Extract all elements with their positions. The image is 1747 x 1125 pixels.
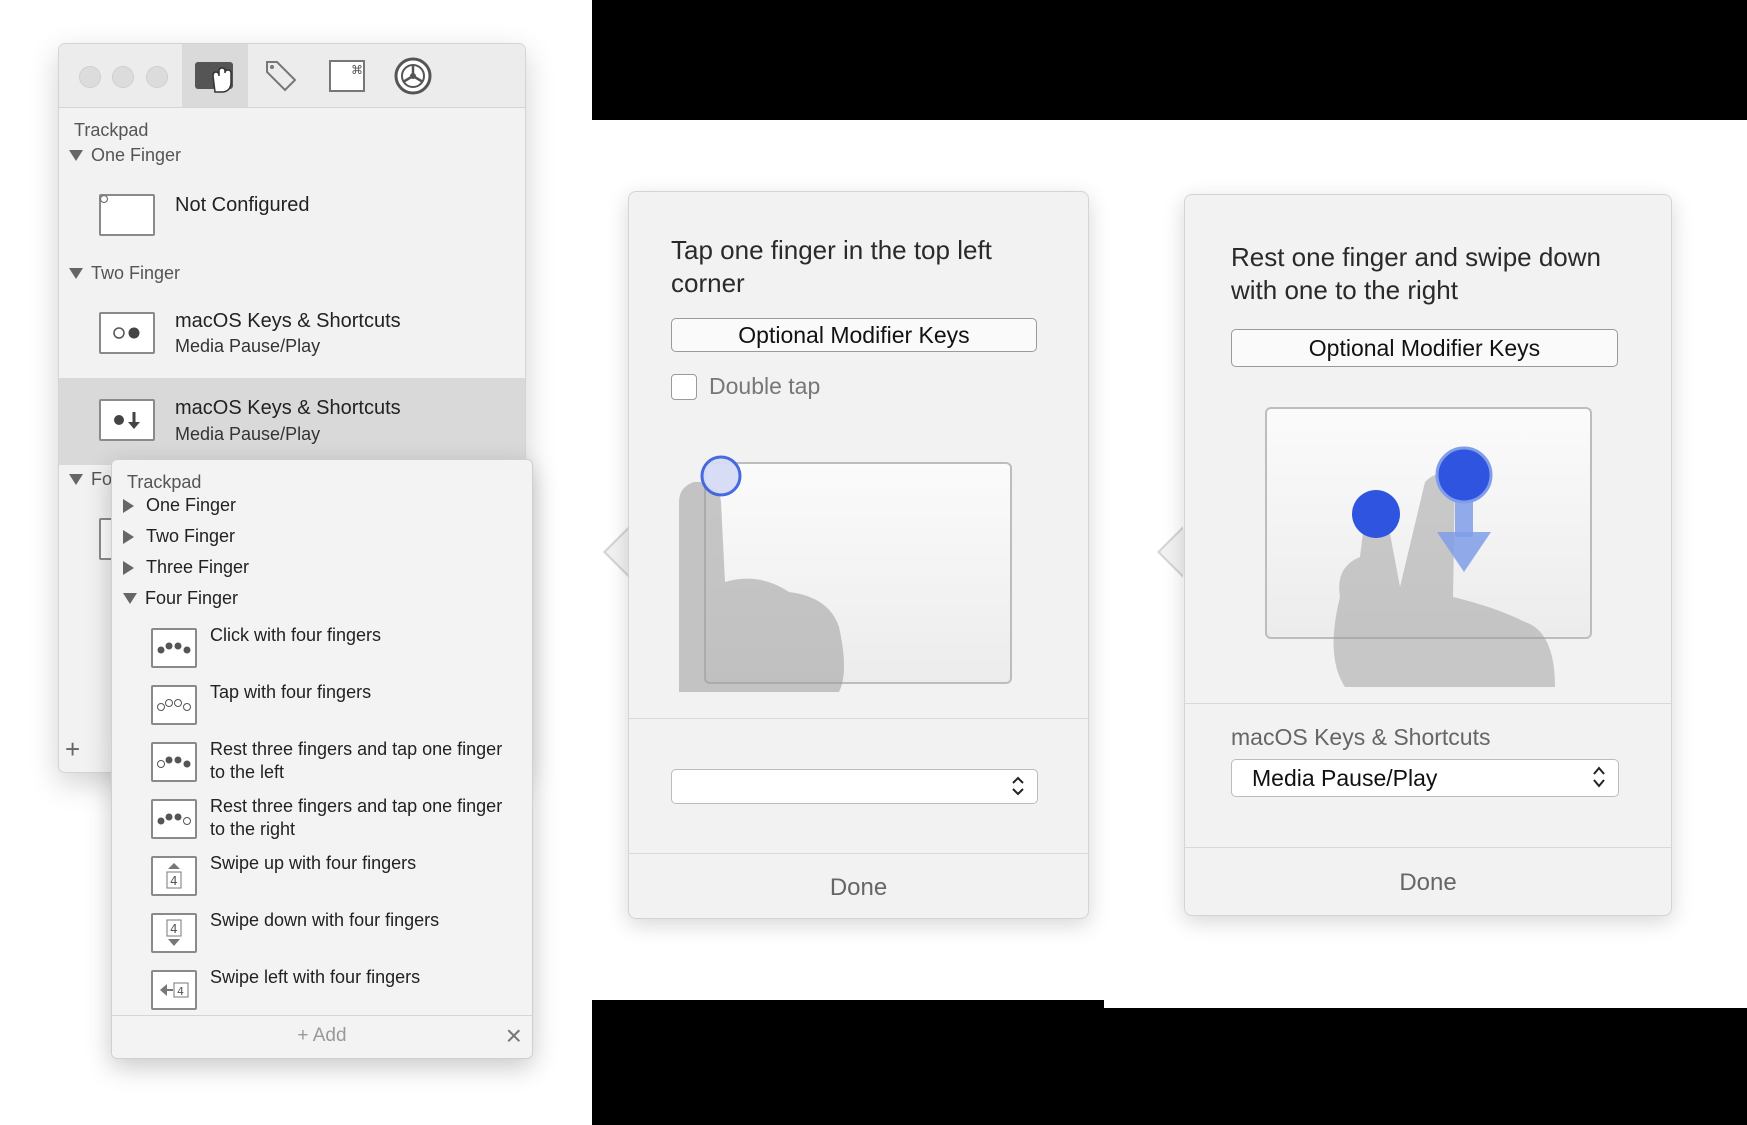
rest-three-tap-right-icon bbox=[151, 799, 197, 839]
group-label: Fo bbox=[91, 469, 113, 489]
tag-icon bbox=[266, 60, 297, 91]
black-block-top bbox=[592, 0, 1747, 120]
optional-modifier-keys-button[interactable]: Optional Modifier Keys bbox=[671, 318, 1037, 352]
trackpad-section-label: Trackpad bbox=[74, 120, 149, 140]
optional-modifier-keys-button[interactable]: Optional Modifier Keys bbox=[1231, 329, 1618, 367]
rest-three-tap-left-icon bbox=[151, 742, 197, 782]
item-subtitle: Media Pause/Play bbox=[175, 336, 321, 356]
tab-tags[interactable] bbox=[248, 44, 314, 107]
two-finger-tap-icon bbox=[99, 312, 155, 354]
plus-icon: + bbox=[65, 734, 81, 764]
black-block-bottom-left bbox=[592, 1000, 1104, 1125]
double-tap-checkbox[interactable] bbox=[671, 374, 697, 400]
tab-settings[interactable] bbox=[380, 44, 446, 107]
action-select[interactable]: Media Pause/Play bbox=[1231, 759, 1619, 797]
chevron-up-down-icon bbox=[1012, 776, 1024, 796]
add-button[interactable]: + Add bbox=[272, 1025, 372, 1047]
tab-trackpad[interactable] bbox=[182, 44, 248, 107]
group-label: Three Finger bbox=[146, 557, 250, 577]
group-label: One Finger bbox=[146, 495, 237, 515]
item-label: Rest three fingers and tap one finger to… bbox=[210, 796, 503, 839]
close-window-button[interactable] bbox=[79, 66, 101, 88]
done-button[interactable]: Done bbox=[629, 874, 1088, 902]
panel-title: Tap one finger in the top left corner bbox=[671, 235, 992, 298]
panel-tap-gesture: Tap one finger in the top left corner Op… bbox=[628, 191, 1089, 919]
panel-divider bbox=[1185, 703, 1671, 704]
gear-icon bbox=[394, 57, 432, 94]
item-title: macOS Keys & Shortcuts bbox=[175, 310, 401, 332]
swipe-left-four-icon: 4 bbox=[151, 970, 197, 1010]
disclosure-down-icon bbox=[69, 150, 83, 161]
popover-group-four-finger[interactable]: Four Finger bbox=[123, 588, 238, 609]
black-block-bottom-right bbox=[1104, 1008, 1747, 1125]
svg-text:4: 4 bbox=[170, 874, 178, 888]
item-label: Rest three fingers and tap one finger to… bbox=[210, 739, 503, 782]
toolbar: ⌘ bbox=[59, 44, 525, 108]
tap-corner-icon bbox=[99, 194, 155, 236]
popover-footer: + Add × bbox=[112, 1015, 532, 1058]
tab-keyboard[interactable]: ⌘ bbox=[314, 44, 380, 107]
trackpad-illustration bbox=[1265, 407, 1615, 687]
panel-swipe-gesture: Rest one finger and swipe down with one … bbox=[1184, 194, 1672, 916]
svg-text:4: 4 bbox=[170, 922, 178, 936]
disclosure-right-icon bbox=[123, 529, 134, 544]
add-gesture-popover: Trackpad One Finger Two Finger Three Fin… bbox=[111, 459, 533, 1059]
disclosure-down-icon bbox=[123, 593, 137, 604]
command-key-icon: ⌘ bbox=[329, 59, 365, 92]
group-two-finger[interactable]: Two Finger bbox=[69, 263, 180, 284]
add-gesture-button[interactable]: + bbox=[65, 736, 87, 762]
item-label: Swipe left with four fingers bbox=[210, 967, 421, 987]
panel-title: Rest one finger and swipe down with one … bbox=[1231, 242, 1602, 305]
trackpad-gesture-icon bbox=[195, 61, 233, 93]
item-title: macOS Keys & Shortcuts bbox=[175, 397, 401, 419]
hand-pointing-icon bbox=[679, 455, 844, 692]
panel-divider bbox=[629, 718, 1088, 719]
item-label: Swipe down with four fingers bbox=[210, 910, 440, 930]
disclosure-down-icon bbox=[69, 268, 83, 279]
popover-group-one-finger[interactable]: One Finger bbox=[123, 495, 236, 516]
close-icon[interactable]: × bbox=[506, 1020, 522, 1052]
rest-and-swipe-down-icon bbox=[99, 399, 155, 441]
group-label: Four Finger bbox=[145, 588, 239, 608]
item-label: Click with four fingers bbox=[210, 625, 382, 645]
item-title: Not Configured bbox=[175, 194, 310, 216]
group-label: One Finger bbox=[91, 145, 182, 165]
popover-arrow bbox=[98, 740, 112, 768]
group-one-finger[interactable]: One Finger bbox=[69, 145, 181, 166]
disclosure-down-icon bbox=[69, 474, 83, 485]
popover-group-two-finger[interactable]: Two Finger bbox=[123, 526, 235, 547]
svg-text:⌘: ⌘ bbox=[351, 63, 363, 77]
zoom-window-button[interactable] bbox=[146, 66, 168, 88]
panel-swipe-arrow-fill bbox=[1160, 527, 1185, 577]
disclosure-right-icon bbox=[123, 560, 134, 575]
done-button[interactable]: Done bbox=[1185, 869, 1671, 897]
panel-divider bbox=[1185, 847, 1671, 848]
four-finger-tap-icon bbox=[151, 685, 197, 725]
popover-section-label: Trackpad bbox=[127, 472, 202, 492]
action-select[interactable] bbox=[671, 769, 1038, 804]
group-label: Two Finger bbox=[146, 526, 236, 546]
swipe-up-four-icon: 4 bbox=[151, 856, 197, 896]
item-label: Tap with four fingers bbox=[210, 682, 372, 702]
group-label: Two Finger bbox=[91, 263, 181, 283]
select-value: Media Pause/Play bbox=[1252, 764, 1438, 791]
popover-group-three-finger[interactable]: Three Finger bbox=[123, 557, 249, 578]
four-finger-click-icon bbox=[151, 628, 197, 668]
panel-divider bbox=[629, 853, 1088, 854]
action-category-label: macOS Keys & Shortcuts bbox=[1231, 724, 1491, 750]
double-tap-label: Double tap bbox=[709, 373, 821, 399]
svg-text:4: 4 bbox=[177, 985, 184, 998]
trackpad-illustration bbox=[679, 432, 1039, 692]
item-label: Swipe up with four fingers bbox=[210, 853, 417, 873]
disclosure-right-icon bbox=[123, 498, 134, 513]
group-four-finger-partial[interactable]: Fo bbox=[69, 469, 112, 490]
item-subtitle: Media Pause/Play bbox=[175, 424, 321, 444]
swipe-down-four-icon: 4 bbox=[151, 913, 197, 953]
chevron-up-down-icon bbox=[1593, 766, 1605, 788]
minimize-window-button[interactable] bbox=[112, 66, 134, 88]
hand-swipe-icon bbox=[1333, 446, 1555, 687]
